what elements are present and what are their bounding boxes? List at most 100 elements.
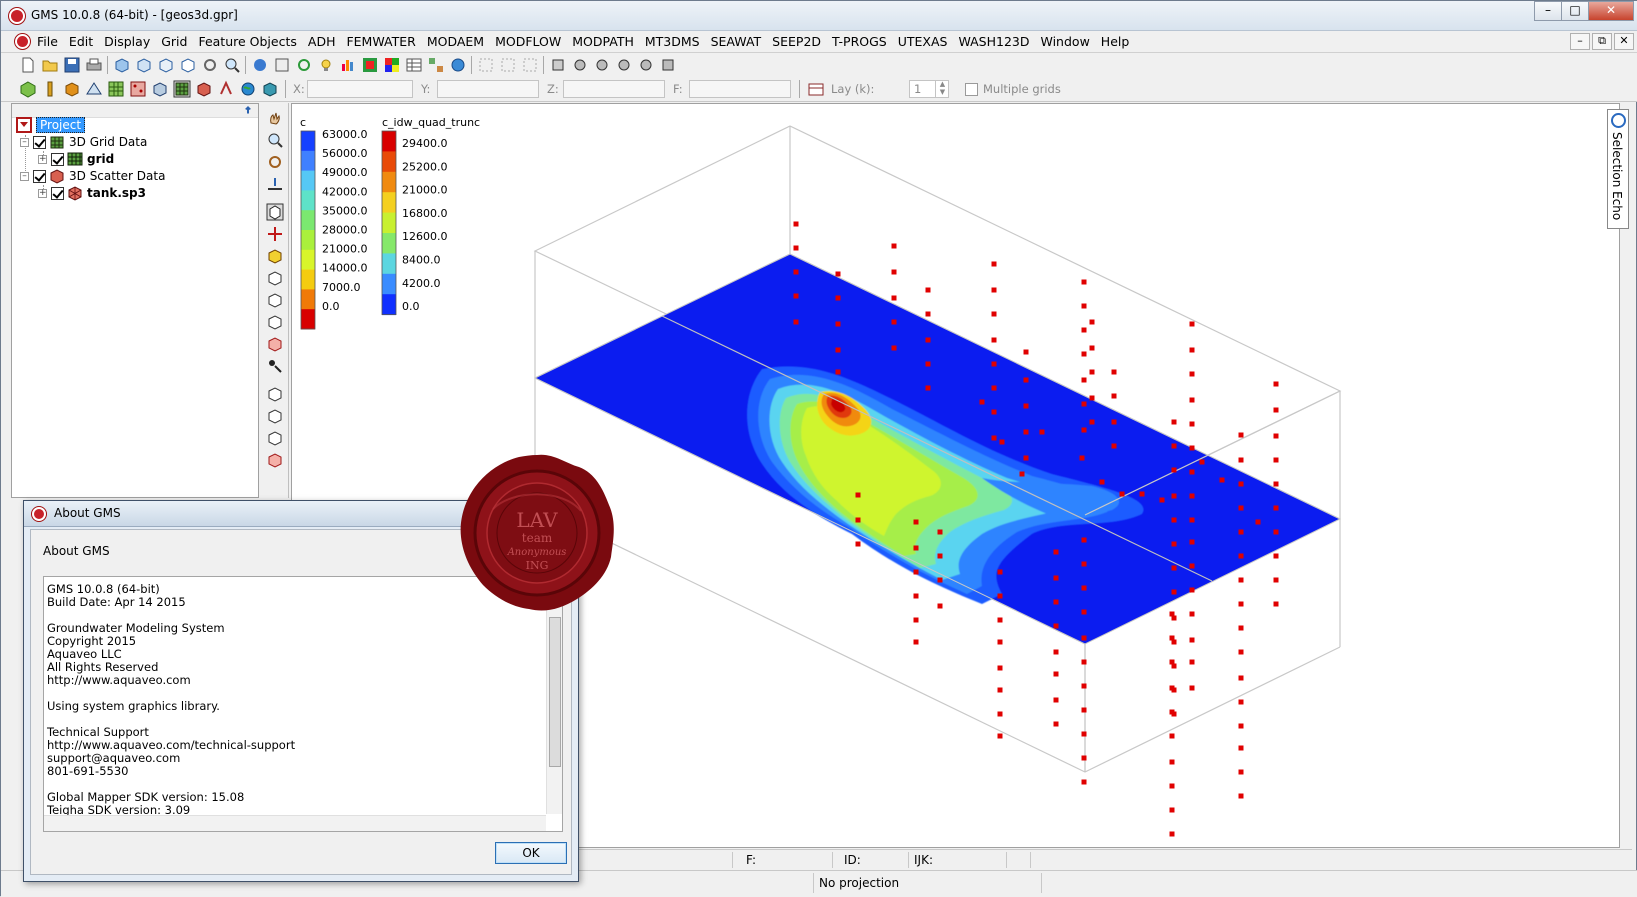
- conceptual-module-icon[interactable]: [217, 80, 235, 98]
- menu-help[interactable]: Help: [1101, 34, 1130, 49]
- mdi-restore-button[interactable]: ⧉: [1592, 33, 1612, 50]
- zoom-tool-icon[interactable]: [266, 131, 284, 149]
- tool-b-icon[interactable]: [571, 56, 589, 74]
- visibility-checkbox[interactable]: [33, 135, 46, 149]
- y-coord-field[interactable]: [437, 80, 539, 98]
- select-i-tool-icon[interactable]: [266, 269, 284, 287]
- z-coord-field[interactable]: [563, 80, 665, 98]
- mdi-close-button[interactable]: ✕: [1614, 33, 1634, 50]
- menu-utexas[interactable]: UTEXAS: [898, 34, 948, 49]
- projection-status[interactable]: No projection: [819, 876, 899, 890]
- select-cell-tool-icon[interactable]: [266, 225, 284, 243]
- snap-dim-icon[interactable]: [521, 56, 539, 74]
- scatter-3d-module-icon[interactable]: [195, 80, 213, 98]
- globe-icon[interactable]: [449, 56, 467, 74]
- scatter-select-tool-icon[interactable]: [266, 335, 284, 353]
- info-k-tool-icon[interactable]: [266, 429, 284, 447]
- scatter-2d-module-icon[interactable]: [129, 80, 147, 98]
- gms-app-icon[interactable]: [9, 8, 25, 24]
- tree-node-tank-sp3[interactable]: + tank.sp3: [38, 184, 146, 202]
- menu-adh[interactable]: ADH: [308, 34, 336, 49]
- grid-3d-module-icon[interactable]: [173, 80, 191, 98]
- close-button[interactable]: ✕: [1588, 1, 1634, 21]
- tree-node-3d-grid-data[interactable]: – 3D Grid Data: [20, 133, 147, 151]
- refresh-icon[interactable]: [295, 56, 313, 74]
- document-menu-icon[interactable]: [15, 34, 30, 49]
- select-dim-icon[interactable]: [477, 56, 495, 74]
- tool-f-icon[interactable]: [659, 56, 677, 74]
- rotate-icon[interactable]: [201, 56, 219, 74]
- grid-2d-module-icon[interactable]: [107, 80, 125, 98]
- minimize-button[interactable]: –: [1534, 1, 1562, 21]
- menu-modflow[interactable]: MODFLOW: [495, 34, 561, 49]
- menu-mt3dms[interactable]: MT3DMS: [645, 34, 700, 49]
- ok-button[interactable]: OK: [495, 842, 567, 864]
- menu-window[interactable]: Window: [1041, 34, 1090, 49]
- multiple-grids-checkbox[interactable]: [965, 83, 978, 96]
- info-i-tool-icon[interactable]: [266, 385, 284, 403]
- save-icon[interactable]: [63, 56, 81, 74]
- solid-module-icon[interactable]: [63, 80, 81, 98]
- menu-modpath[interactable]: MODPATH: [572, 34, 634, 49]
- tree-node-grid[interactable]: + grid: [38, 150, 114, 168]
- tin-module-icon[interactable]: [19, 80, 37, 98]
- menu-wash123d[interactable]: WASH123D: [958, 34, 1029, 49]
- selection-echo-tab[interactable]: Selection Echo: [1607, 109, 1629, 229]
- select-grid-tool-icon[interactable]: [266, 203, 284, 221]
- contour-icon[interactable]: [361, 56, 379, 74]
- layer-tool-icon[interactable]: [807, 80, 825, 98]
- mdi-minimize-button[interactable]: –: [1570, 33, 1590, 50]
- chart-icon[interactable]: [339, 56, 357, 74]
- menu-file[interactable]: File: [37, 34, 58, 49]
- tree-node-3d-scatter-data[interactable]: – 3D Scatter Data: [20, 167, 165, 185]
- info-icon[interactable]: [251, 56, 269, 74]
- layer-spinner[interactable]: ▲ ▼: [935, 80, 949, 98]
- menu-t-progs[interactable]: T-PROGS: [832, 34, 887, 49]
- rotate-tool-icon[interactable]: [266, 153, 284, 171]
- light-icon[interactable]: [317, 56, 335, 74]
- view-front-icon[interactable]: [113, 56, 131, 74]
- tool-d-icon[interactable]: [615, 56, 633, 74]
- measure-tool-icon[interactable]: [266, 175, 284, 193]
- layout-icon[interactable]: [427, 56, 445, 74]
- uwm-module-icon[interactable]: [261, 80, 279, 98]
- tool-a-icon[interactable]: [549, 56, 567, 74]
- collapse-toggle[interactable]: –: [20, 137, 29, 147]
- properties-icon[interactable]: [273, 56, 291, 74]
- visibility-checkbox[interactable]: [51, 186, 64, 200]
- select-j-tool-icon[interactable]: [266, 291, 284, 309]
- mesh-3d-module-icon[interactable]: [151, 80, 169, 98]
- select-point-tool-icon[interactable]: [266, 357, 284, 375]
- color-map-icon[interactable]: [383, 56, 401, 74]
- print-icon[interactable]: [85, 56, 103, 74]
- collapse-toggle[interactable]: –: [20, 171, 29, 181]
- menu-modaem[interactable]: MODAEM: [427, 34, 484, 49]
- view-top-icon[interactable]: [157, 56, 175, 74]
- pan-tool-icon[interactable]: [266, 109, 284, 127]
- tool-e-icon[interactable]: [637, 56, 655, 74]
- expand-toggle[interactable]: +: [38, 154, 47, 164]
- menu-grid[interactable]: Grid: [161, 34, 187, 49]
- f-value-field[interactable]: [689, 80, 791, 98]
- new-file-icon[interactable]: [19, 56, 37, 74]
- move-dim-icon[interactable]: [499, 56, 517, 74]
- tool-c-icon[interactable]: [593, 56, 611, 74]
- menu-edit[interactable]: Edit: [69, 34, 93, 49]
- open-folder-icon[interactable]: [41, 56, 59, 74]
- x-coord-field[interactable]: [307, 80, 413, 98]
- scroll-thumb[interactable]: [549, 617, 561, 767]
- menu-seawat[interactable]: SEAWAT: [711, 34, 762, 49]
- menu-femwater[interactable]: FEMWATER: [346, 34, 415, 49]
- select-k-tool-icon[interactable]: [266, 313, 284, 331]
- menu-feature-objects[interactable]: Feature Objects: [198, 34, 296, 49]
- view-oblique-icon[interactable]: [179, 56, 197, 74]
- info-j-tool-icon[interactable]: [266, 407, 284, 425]
- maximize-button[interactable]: □: [1561, 1, 1589, 21]
- menu-display[interactable]: Display: [104, 34, 150, 49]
- borehole-module-icon[interactable]: [41, 80, 59, 98]
- gis-module-icon[interactable]: [239, 80, 257, 98]
- tree-node-project[interactable]: Project: [16, 116, 86, 134]
- view-side-icon[interactable]: [135, 56, 153, 74]
- horizontal-scrollbar[interactable]: [44, 815, 546, 831]
- visibility-checkbox[interactable]: [33, 169, 46, 183]
